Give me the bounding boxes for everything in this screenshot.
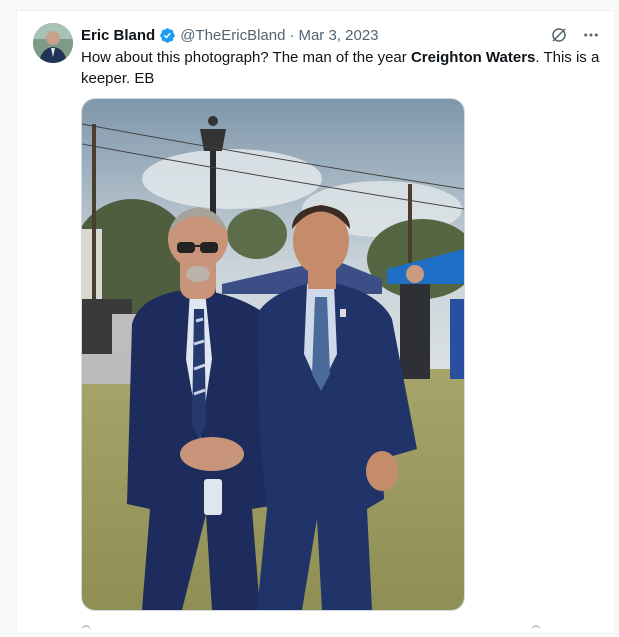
tweet-text-part1: How about this photograph? The man of th… (81, 49, 411, 66)
tweet-text-bold: Creighton Waters (410, 49, 536, 66)
tweet-text: How about this photograph? The man of th… (81, 47, 606, 89)
tweet-header: Eric Bland @TheEricBland · Mar 3, 2023 (81, 25, 600, 45)
more-icon[interactable] (582, 26, 600, 44)
grok-icon[interactable] (550, 26, 568, 44)
avatar[interactable] (33, 23, 73, 63)
separator: · (289, 26, 295, 44)
author-name[interactable]: Eric Bland (81, 27, 155, 44)
share-icon[interactable] (531, 625, 541, 637)
author-handle[interactable]: @TheEricBland (180, 27, 285, 44)
tweet-date[interactable]: Mar 3, 2023 (298, 27, 378, 44)
reply-icon[interactable] (81, 625, 91, 637)
verified-icon (160, 27, 175, 43)
tweet-card[interactable]: Eric Bland @TheEricBland · Mar 3, 2023 H… (16, 10, 615, 632)
tweet-photo[interactable] (81, 98, 465, 611)
tweet-actions (81, 625, 541, 635)
